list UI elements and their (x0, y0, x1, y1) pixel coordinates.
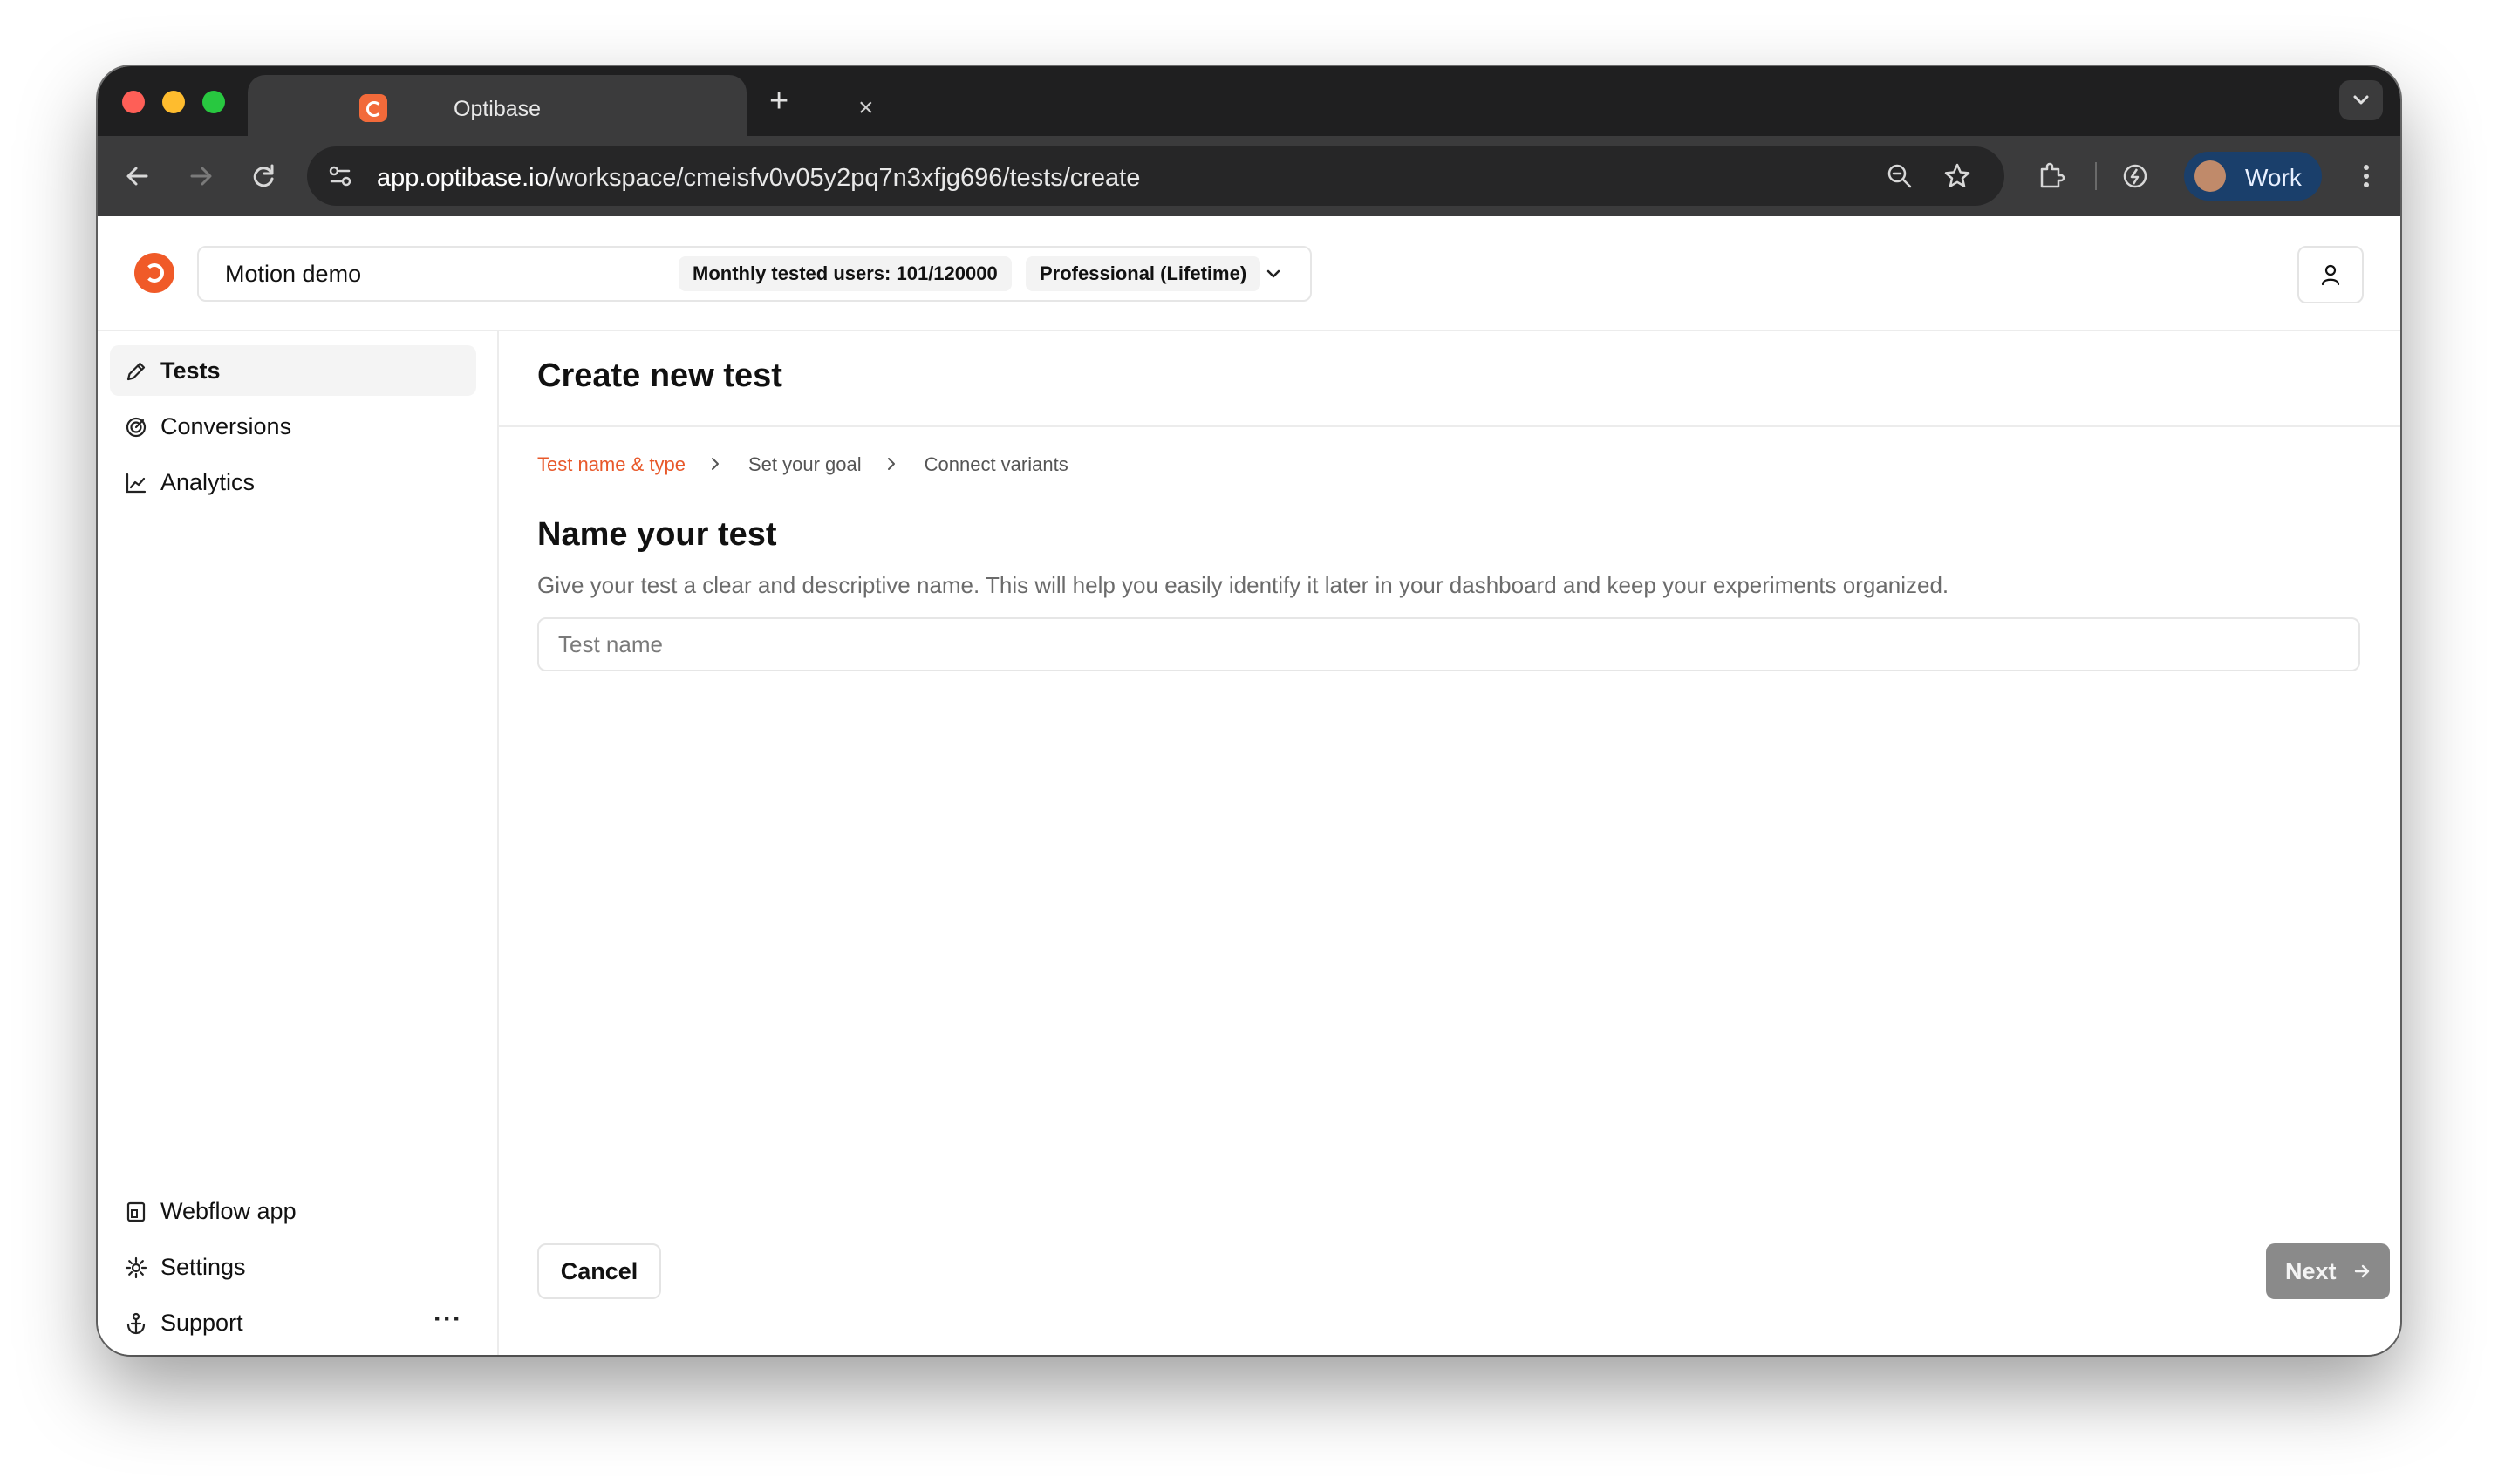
performance-icon[interactable] (2118, 159, 2153, 194)
browser-window: Optibase × + app.optibase.io/workspace/c… (98, 66, 2400, 1355)
sidebar-item-settings[interactable]: Settings (110, 1242, 476, 1292)
sidebar-item-label: Support (160, 1310, 243, 1336)
next-button-label: Next (2285, 1257, 2337, 1284)
profile-label: Work (2245, 164, 2302, 191)
main-header: Create new test (499, 331, 2400, 427)
url-host: app.optibase.io (377, 164, 549, 192)
kebab-menu-icon[interactable] (2353, 159, 2379, 194)
arrow-right-icon (2354, 1264, 2370, 1278)
workspace-switcher[interactable]: Motion demo Monthly tested users: 101/12… (197, 246, 1312, 302)
profile-button[interactable]: Work (2184, 152, 2322, 201)
line-chart-icon (126, 473, 147, 494)
tab-close-icon[interactable]: × (858, 91, 874, 126)
section-description: Give your test a clear and descriptive n… (537, 572, 1949, 598)
target-icon (126, 417, 147, 438)
workspace-name: Motion demo (225, 261, 362, 287)
optibase-favicon-icon (359, 94, 387, 122)
tab-strip: Optibase × + (98, 66, 2400, 136)
arrow-left-icon (126, 167, 148, 186)
reload-button[interactable] (242, 155, 284, 197)
forward-button[interactable] (180, 155, 222, 197)
app-topbar: Motion demo Monthly tested users: 101/12… (98, 216, 2400, 331)
sidebar-item-conversions[interactable]: Conversions (110, 401, 476, 452)
plan-badge: Professional (Lifetime) (1026, 256, 1261, 291)
url-text[interactable]: app.optibase.io/workspace/cmeisfv0v05y2p… (377, 164, 1140, 193)
anchor-icon (126, 1312, 146, 1335)
chevron-right-icon (711, 458, 719, 470)
maximize-window-button[interactable] (202, 91, 225, 113)
section-title: Name your test (537, 516, 777, 553)
monthly-users-badge: Monthly tested users: 101/120000 (679, 256, 1012, 291)
minimize-window-button[interactable] (162, 91, 185, 113)
next-button[interactable]: Next (2266, 1243, 2390, 1299)
reload-icon (253, 164, 274, 187)
user-icon (2321, 264, 2340, 286)
close-window-button[interactable] (122, 91, 145, 113)
webflow-icon (126, 1201, 146, 1222)
tab-search-button[interactable] (2339, 80, 2383, 120)
sidebar-item-label: Tests (160, 357, 221, 384)
new-tab-icon[interactable]: + (769, 84, 788, 119)
back-button[interactable] (117, 155, 159, 197)
browser-toolbar: app.optibase.io/workspace/cmeisfv0v05y2p… (98, 136, 2400, 216)
gear-icon (125, 1256, 147, 1279)
site-settings-icon[interactable] (324, 160, 356, 192)
sidebar: Tests Conversions Analytics Webflow app … (98, 331, 499, 1355)
profile-avatar (2194, 160, 2226, 192)
sidebar-item-label: Analytics (160, 469, 256, 495)
arrow-right-icon (190, 167, 212, 186)
more-options-icon[interactable]: ··· (433, 1304, 462, 1334)
chevron-right-icon (887, 458, 895, 470)
step-connect-variants[interactable]: Connect variants (925, 453, 1068, 476)
sidebar-item-label: Conversions (160, 413, 292, 439)
page-title: Create new test (537, 357, 782, 394)
sidebar-item-label: Webflow app (160, 1198, 297, 1224)
sidebar-item-tests[interactable]: Tests (110, 345, 476, 396)
pencil-icon (126, 362, 146, 381)
address-bar[interactable]: app.optibase.io/workspace/cmeisfv0v05y2p… (307, 146, 2004, 206)
url-path: /workspace/cmeisfv0v05y2pq7n3xfjg696/tes… (548, 164, 1141, 192)
step-breadcrumb: Test name & type Set your goal Connect var… (537, 453, 1068, 476)
user-menu-button[interactable] (2297, 246, 2364, 303)
toolbar-separator (2095, 162, 2097, 190)
chevron-down-icon (1266, 269, 1280, 278)
bookmark-star-icon[interactable] (1942, 160, 1973, 192)
sidebar-item-label: Settings (160, 1254, 246, 1280)
main-content: Create new test Test name & type Set your… (499, 331, 2400, 1355)
app-page: Motion demo Monthly tested users: 101/12… (98, 216, 2400, 1355)
chevron-down-icon (2353, 95, 2369, 105)
zoom-icon[interactable] (1884, 160, 1915, 192)
sidebar-item-analytics[interactable]: Analytics (110, 457, 476, 507)
sidebar-item-webflow-app[interactable]: Webflow app (110, 1186, 476, 1236)
step-set-your-goal[interactable]: Set your goal (748, 453, 862, 476)
cancel-button[interactable]: Cancel (537, 1243, 661, 1299)
tab-title: Optibase (454, 97, 542, 121)
extensions-icon[interactable] (2034, 159, 2069, 194)
test-name-input[interactable] (537, 617, 2360, 671)
browser-tab[interactable]: Optibase × (248, 75, 874, 136)
optibase-logo[interactable] (134, 253, 174, 293)
sidebar-item-support[interactable]: Support ··· (110, 1297, 476, 1348)
step-test-name-type[interactable]: Test name & type (537, 453, 686, 476)
